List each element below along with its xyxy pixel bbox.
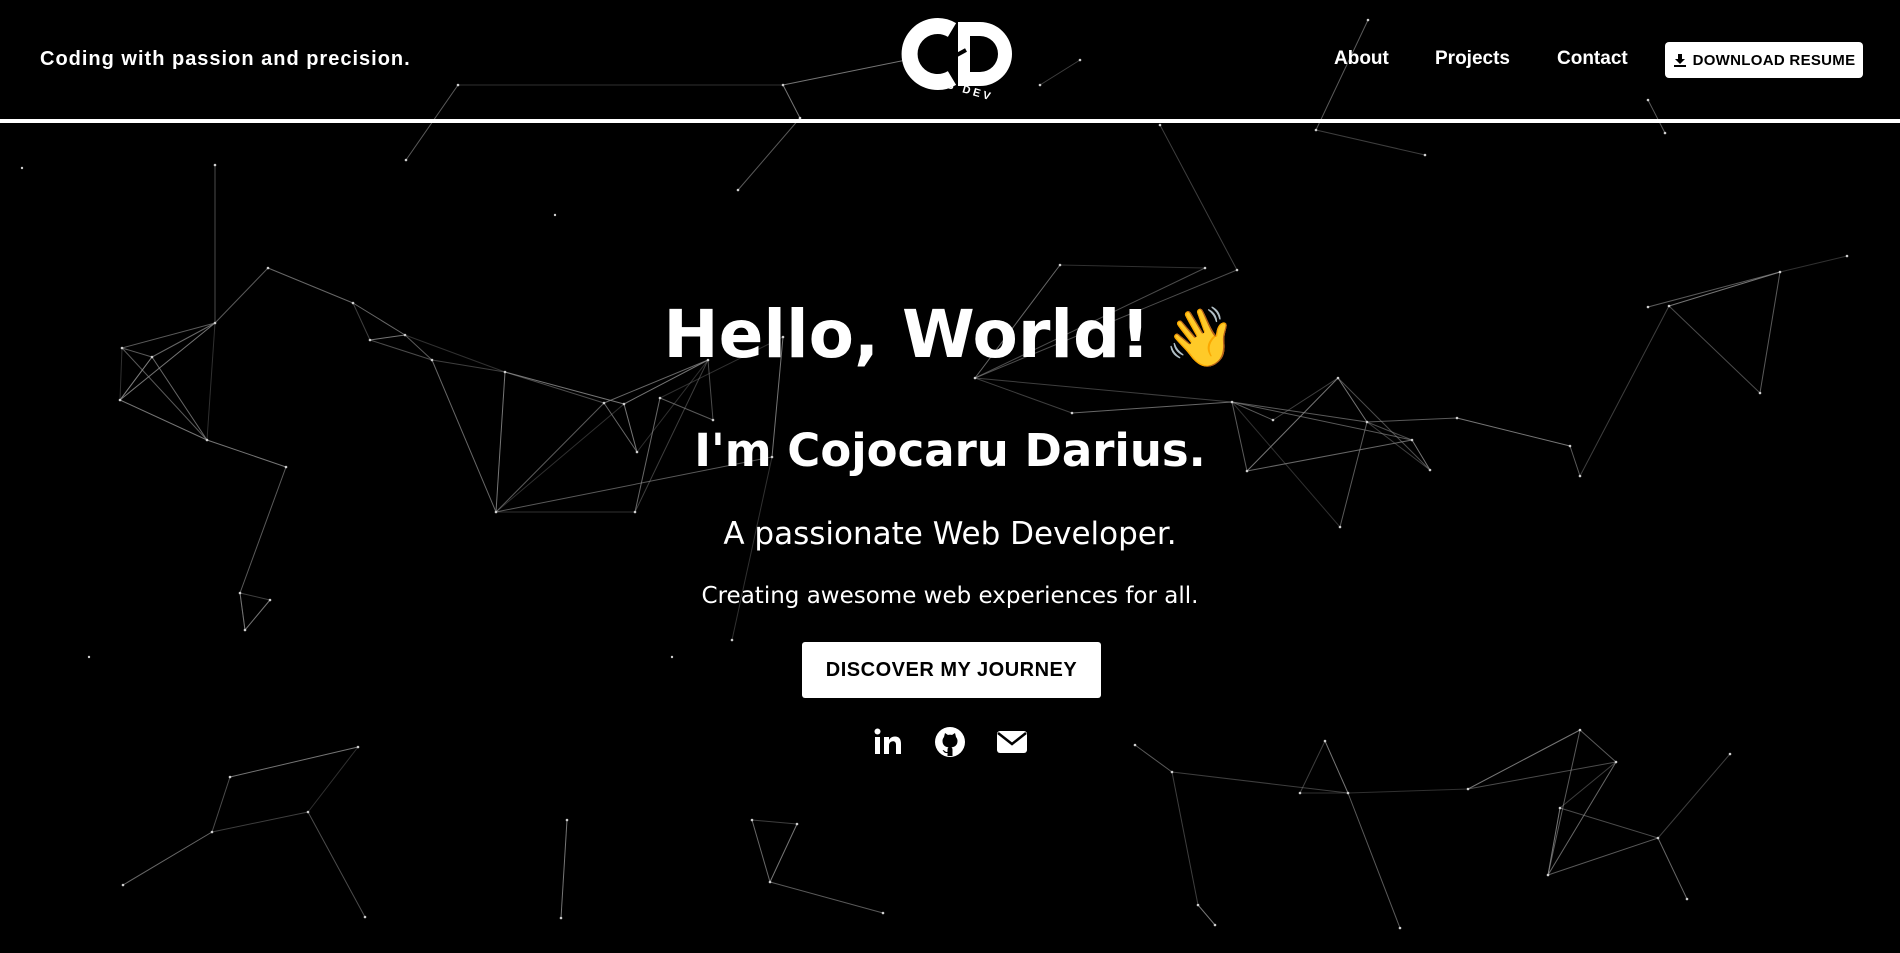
github-icon <box>935 727 965 757</box>
hero-role: A passionate Web Developer. <box>723 516 1177 552</box>
greeting-text: Hello, World! <box>663 296 1151 373</box>
envelope-icon <box>997 731 1027 753</box>
social-links <box>870 724 1030 764</box>
discover-journey-button[interactable]: DISCOVER MY JOURNEY <box>802 642 1101 698</box>
github-link[interactable] <box>932 724 968 760</box>
hero-greeting: Hello, World! 👋 <box>0 296 1900 373</box>
hero-name: I'm Cojocaru Darius. <box>694 424 1206 477</box>
waving-hand-icon: 👋 <box>1164 303 1237 371</box>
linkedin-link[interactable] <box>870 724 906 760</box>
email-link[interactable] <box>994 724 1030 760</box>
linkedin-icon <box>874 728 901 754</box>
hero-section: Hello, World! 👋 I'm Cojocaru Darius. A pa… <box>0 0 1900 953</box>
hero-description: Creating awesome web experiences for all… <box>701 583 1199 609</box>
